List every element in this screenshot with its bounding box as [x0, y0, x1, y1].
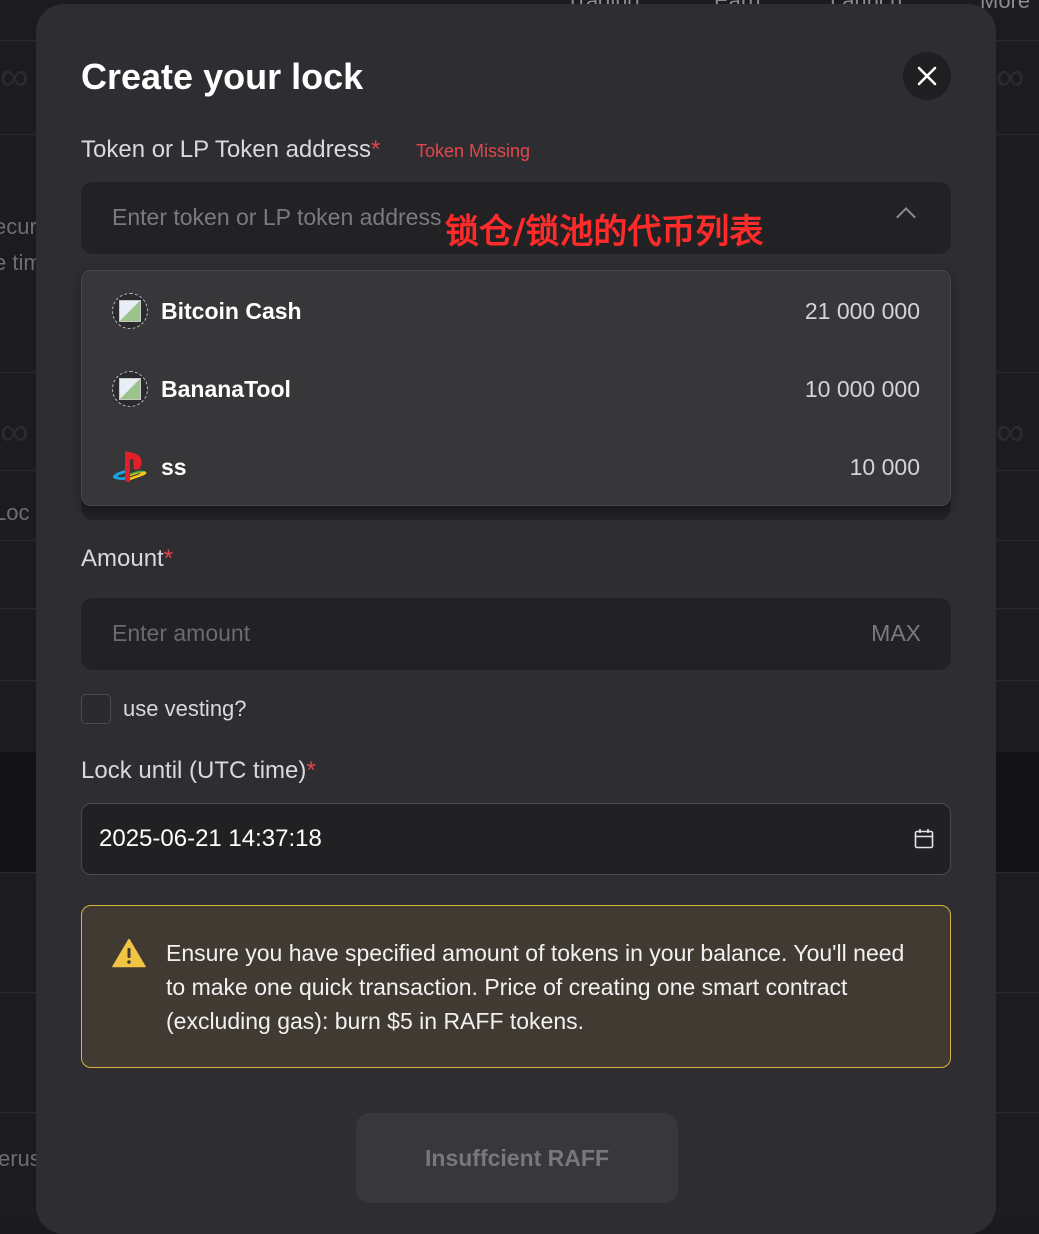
background-text: ecur	[0, 214, 37, 240]
chevron-up-icon[interactable]	[896, 207, 916, 227]
token-dropdown-list: Bitcoin Cash 21 000 000 BananaTool 10 00…	[81, 270, 951, 506]
token-missing-error: Token Missing	[416, 141, 530, 162]
amount-label: Amount*	[81, 545, 173, 573]
token-balance: 21 000 000	[805, 298, 920, 325]
calendar-icon[interactable]	[914, 828, 934, 850]
max-button[interactable]: MAX	[871, 620, 921, 647]
annotation-overlay: 锁仓/锁池的代币列表	[445, 204, 763, 253]
amount-input[interactable]: Enter amount MAX	[81, 598, 951, 670]
broken-image-icon	[112, 293, 148, 329]
background-text: erus	[0, 1146, 41, 1172]
create-lock-modal: Create your lock Token or LP Token addre…	[36, 4, 996, 1234]
close-icon	[916, 65, 938, 87]
decorative-glyph: ∞	[0, 55, 29, 100]
required-mark: *	[164, 545, 173, 572]
warning-icon	[112, 938, 146, 968]
lock-until-label: Lock until (UTC time)*	[81, 757, 316, 785]
token-address-placeholder: Enter token or LP token address	[112, 204, 441, 231]
insufficient-raff-button[interactable]: Insuffcient RAFF	[356, 1113, 678, 1203]
vesting-checkbox-label[interactable]: use vesting?	[123, 696, 247, 722]
token-name: BananaTool	[161, 376, 291, 403]
token-name: Bitcoin Cash	[161, 298, 302, 325]
token-list-item[interactable]: BananaTool 10 000 000	[82, 349, 950, 427]
token-address-label: Token or LP Token address*	[81, 136, 380, 164]
token-list-item[interactable]: ss 10 000	[82, 427, 950, 505]
warning-box: Ensure you have specified amount of toke…	[81, 905, 951, 1068]
decorative-glyph: ∞	[0, 410, 29, 455]
close-button[interactable]	[903, 52, 951, 100]
amount-placeholder: Enter amount	[112, 620, 250, 647]
warning-text: Ensure you have specified amount of toke…	[166, 936, 926, 1038]
token-balance: 10 000 000	[805, 376, 920, 403]
token-list-item[interactable]: Bitcoin Cash 21 000 000	[82, 271, 950, 349]
token-name: ss	[161, 454, 187, 481]
decorative-glyph: ∞	[996, 410, 1025, 455]
broken-image-icon	[112, 371, 148, 407]
playstation-logo-icon	[112, 449, 148, 485]
lock-until-value: 2025-06-21 14:37:18	[99, 825, 322, 853]
modal-title: Create your lock	[81, 56, 363, 98]
vesting-checkbox[interactable]	[81, 694, 111, 724]
lock-until-date-input[interactable]: 2025-06-21 14:37:18	[81, 803, 951, 875]
required-mark: *	[371, 136, 380, 163]
decorative-glyph: ∞	[996, 55, 1025, 100]
token-balance: 10 000	[850, 454, 920, 481]
required-mark: *	[306, 757, 315, 784]
background-text: Loc	[0, 500, 29, 526]
